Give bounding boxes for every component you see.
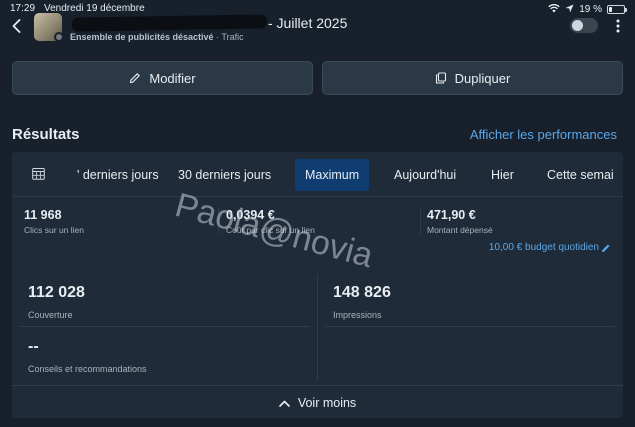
tab-last-30-days[interactable]: 30 derniers jours — [168, 159, 281, 191]
calendar-icon — [32, 168, 45, 180]
more-vertical-icon — [616, 19, 620, 33]
row-divider — [325, 326, 615, 327]
tab-today[interactable]: Aujourd'hui — [384, 159, 466, 191]
campaign-subtitle: Ensemble de publicités désactivé · Trafi… — [70, 32, 244, 42]
daily-budget-text: 10,00 € budget quotidien — [488, 242, 599, 253]
metric-label: Clics sur un lien — [24, 225, 84, 235]
metric-impressions: 148 826 Impressions — [333, 284, 391, 320]
tab-this-week[interactable]: Cette semai — [537, 159, 623, 191]
metric-divider — [218, 208, 219, 234]
edit-button-label: Modifier — [149, 70, 196, 86]
duplicate-button-label: Dupliquer — [454, 70, 511, 86]
pencil-icon — [602, 244, 610, 252]
see-less-label: Voir moins — [297, 396, 357, 410]
metric-recommendations: -- Conseils et recommandations — [28, 338, 147, 374]
campaign-objective: Trafic — [221, 32, 244, 42]
metric-link-clicks: 11 968 Clics sur un lien — [24, 208, 84, 235]
status-dot — [54, 32, 64, 42]
row-divider — [20, 326, 310, 327]
metric-value: 471,90 € — [427, 208, 476, 222]
see-less-button[interactable]: Voir moins — [12, 388, 623, 418]
campaign-header: - Juillet 2025 Ensemble de publicités dé… — [0, 10, 635, 46]
results-card: ' derniers jours 30 derniers jours Maxim… — [12, 152, 623, 418]
metric-cost-per-click: 0,0394 € Coût par clic sur un lien — [226, 208, 315, 235]
show-performance-link[interactable]: Afficher les performances — [470, 127, 617, 142]
tab-last-days[interactable]: ' derniers jours — [67, 159, 169, 191]
metric-value: -- — [28, 338, 39, 355]
redacted-name — [71, 14, 268, 32]
more-button[interactable] — [611, 16, 625, 36]
results-heading: Résultats — [12, 126, 80, 143]
duplicate-button[interactable]: Dupliquer — [322, 61, 623, 95]
copy-icon — [435, 72, 446, 84]
edit-button[interactable]: Modifier — [12, 61, 313, 95]
metric-amount-spent: 471,90 € Montant dépensé — [427, 208, 493, 235]
calendar-button[interactable] — [32, 167, 46, 181]
campaign-title: - Juillet 2025 — [268, 15, 348, 31]
toggle-knob — [572, 20, 583, 31]
metric-label: Couverture — [28, 310, 73, 320]
subtitle-separator: · — [216, 32, 220, 42]
chevron-up-icon — [279, 400, 290, 407]
adset-toggle[interactable] — [570, 18, 598, 33]
metric-label: Conseils et recommandations — [28, 364, 147, 374]
chevron-left-icon — [12, 19, 20, 33]
metric-label: Impressions — [333, 310, 382, 320]
daily-budget-link[interactable]: 10,00 € budget quotidien — [489, 242, 611, 253]
metric-label: Coût par clic sur un lien — [226, 225, 315, 235]
footer-divider — [12, 385, 623, 386]
metric-value: 112 028 — [28, 284, 85, 301]
metric-reach: 112 028 Couverture — [28, 284, 85, 320]
metric-value: 0,0394 € — [226, 208, 275, 222]
date-range-tabs: ' derniers jours 30 derniers jours Maxim… — [12, 152, 623, 197]
back-button[interactable] — [8, 16, 24, 36]
tab-maximum[interactable]: Maximum — [295, 159, 370, 191]
pencil-icon — [130, 73, 141, 84]
metric-value: 11 968 — [24, 208, 62, 222]
column-divider — [317, 274, 318, 380]
metric-label: Montant dépensé — [427, 225, 493, 235]
tab-yesterday[interactable]: Hier — [481, 159, 524, 191]
metric-value: 148 826 — [333, 284, 391, 301]
metric-divider — [420, 208, 421, 234]
adset-status: Ensemble de publicités désactivé — [70, 32, 214, 42]
